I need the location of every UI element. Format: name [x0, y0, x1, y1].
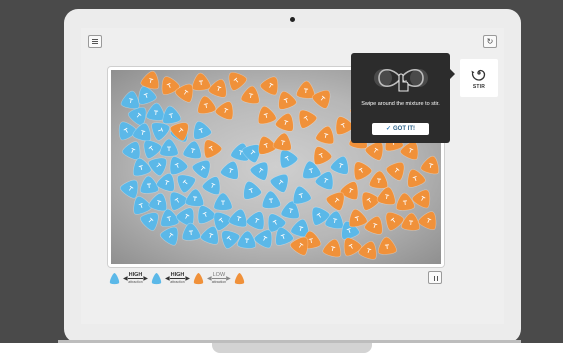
legend-strength: HIGH — [127, 271, 144, 279]
orange-molecule[interactable] — [417, 208, 441, 231]
stir-button[interactable]: STIR — [460, 59, 498, 97]
orange-molecule[interactable] — [274, 88, 297, 110]
orange-molecule[interactable] — [223, 70, 248, 92]
legend-arrow-high-1: ◀ HIGH attraction ▶ — [123, 271, 148, 284]
orange-molecule[interactable] — [377, 236, 397, 255]
orange-molecule-icon — [193, 272, 204, 284]
stir-hint-popup: Swipe around the mixture to stir. ✓ GOT I… — [351, 53, 455, 143]
stir-hint-message: Swipe around the mixture to stir. — [361, 101, 440, 107]
blue-molecule[interactable] — [228, 207, 250, 228]
legend-attraction: attraction — [170, 279, 185, 284]
blue-molecule[interactable] — [191, 155, 216, 180]
orange-molecule[interactable] — [240, 85, 262, 105]
blue-molecule[interactable] — [182, 140, 204, 160]
blue-molecule[interactable] — [139, 175, 159, 194]
simulation-app: ↻ STIR Swipe around the mixture to stir.… — [81, 28, 504, 324]
orange-molecule[interactable] — [401, 212, 421, 231]
blue-molecule[interactable] — [160, 105, 182, 125]
popup-pointer — [450, 69, 455, 79]
blue-molecule[interactable] — [261, 190, 281, 209]
orange-molecule[interactable] — [255, 104, 277, 125]
refresh-icon: ↻ — [486, 37, 494, 46]
right-arrow-icon: ▶ — [143, 275, 148, 282]
attraction-legend: ◀ HIGH attraction ▶ ◀ HIGH attraction ▶ … — [108, 271, 246, 285]
blue-molecule[interactable] — [290, 184, 312, 205]
orange-molecule[interactable] — [272, 132, 294, 152]
legend-attraction: attraction — [128, 279, 143, 284]
laptop-screen: ↻ STIR Swipe around the mixture to stir.… — [81, 28, 504, 324]
orange-molecule[interactable] — [369, 170, 389, 189]
blue-molecule[interactable] — [132, 121, 154, 142]
stir-spiral-icon — [471, 69, 486, 81]
blue-molecule[interactable] — [239, 178, 262, 200]
blue-molecule[interactable] — [245, 208, 269, 231]
blue-molecule[interactable] — [185, 188, 205, 207]
blue-molecule[interactable] — [121, 138, 145, 161]
orange-molecule[interactable] — [208, 76, 231, 98]
camera-dot — [290, 17, 295, 22]
blue-molecule[interactable] — [189, 118, 212, 140]
laptop-frame: ↻ STIR Swipe around the mixture to stir.… — [64, 9, 521, 343]
orange-molecule[interactable] — [293, 105, 318, 130]
legend-strength: HIGH — [169, 271, 186, 279]
stir-label: STIR — [472, 84, 486, 90]
got-it-label: GOT IT! — [393, 126, 416, 132]
blue-molecule[interactable] — [213, 192, 233, 211]
legend-arrow-high-2: ◀ HIGH attraction ▶ — [165, 271, 190, 284]
orange-molecule[interactable] — [420, 154, 442, 175]
right-arrow-icon: ▶ — [185, 275, 190, 282]
orange-molecule[interactable] — [364, 213, 387, 235]
orange-molecule[interactable] — [259, 73, 283, 97]
blue-molecule[interactable] — [181, 222, 201, 241]
device-scene: ↻ STIR Swipe around the mixture to stir.… — [0, 0, 563, 358]
blue-molecule-icon — [109, 272, 120, 284]
orange-molecule[interactable] — [199, 136, 223, 160]
orange-molecule[interactable] — [195, 95, 217, 115]
blue-molecule-icon — [151, 272, 162, 284]
orange-molecule[interactable] — [191, 72, 211, 91]
orange-molecule[interactable] — [322, 237, 344, 258]
orange-molecule[interactable] — [380, 207, 405, 232]
orange-molecule[interactable] — [311, 85, 336, 110]
orange-molecule[interactable] — [214, 98, 238, 121]
orange-molecule[interactable] — [349, 158, 373, 182]
legend-attraction: attraction — [211, 279, 227, 284]
blue-molecule[interactable] — [237, 230, 257, 249]
legend-strength: LOW — [211, 271, 227, 279]
reset-button[interactable]: ↻ — [483, 35, 497, 48]
orange-molecule[interactable] — [395, 192, 415, 211]
orange-molecule[interactable] — [358, 238, 381, 260]
orange-molecule[interactable] — [275, 110, 298, 132]
right-arrow-icon: ▶ — [226, 275, 231, 282]
menu-button[interactable] — [88, 35, 102, 48]
laptop-notch — [212, 343, 372, 353]
blue-molecule[interactable] — [159, 138, 179, 157]
checkmark-icon: ✓ — [385, 126, 392, 132]
got-it-button[interactable]: ✓ GOT IT! — [372, 123, 429, 135]
hamburger-menu-icon — [92, 39, 98, 40]
pause-icon — [434, 276, 435, 281]
swipe-gesture-icon — [374, 68, 428, 92]
legend-arrow-low: ◀ LOW attraction ▶ — [207, 271, 231, 284]
blue-molecule[interactable] — [330, 153, 353, 175]
pause-button[interactable] — [428, 271, 442, 284]
orange-molecule[interactable] — [385, 157, 410, 182]
blue-molecule[interactable] — [220, 158, 243, 180]
blue-molecule[interactable] — [269, 169, 294, 194]
orange-molecule[interactable] — [346, 207, 368, 228]
orange-molecule-icon — [234, 272, 244, 284]
orange-molecule[interactable] — [315, 124, 337, 145]
